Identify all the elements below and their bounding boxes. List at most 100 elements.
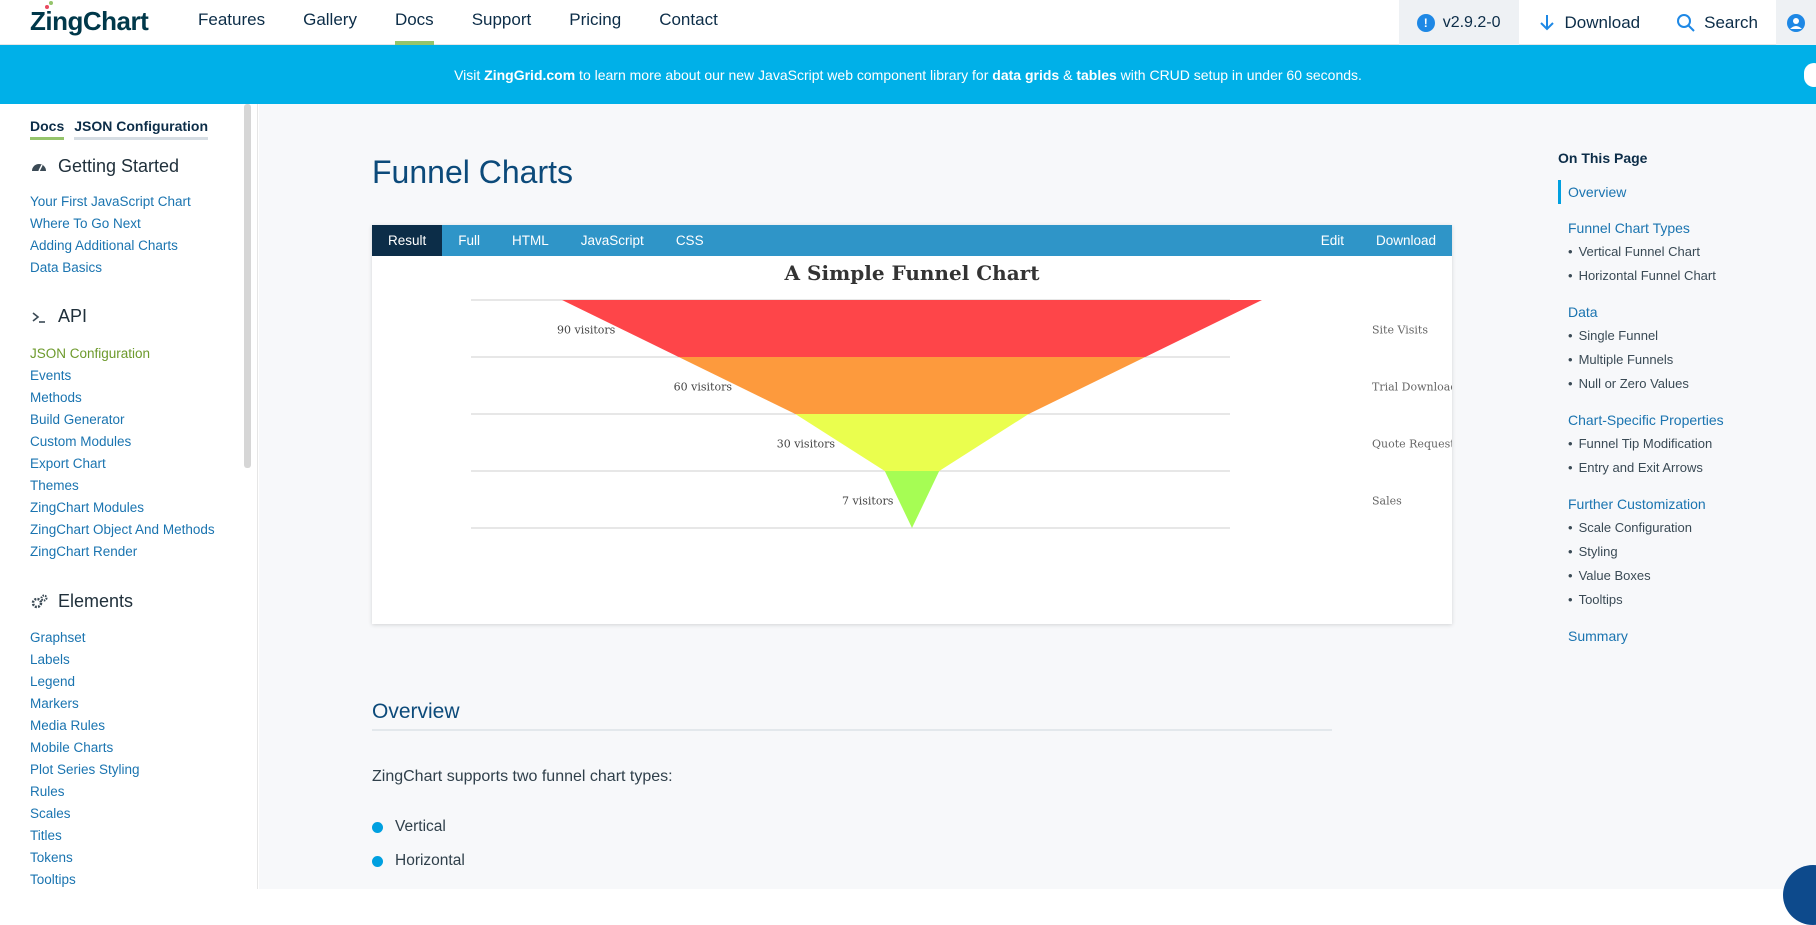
api-list: JSON Configuration Events Methods Build … bbox=[30, 346, 215, 566]
toc-sublink[interactable]: Entry and Exit Arrows bbox=[1558, 456, 1798, 480]
demo-download-button[interactable]: Download bbox=[1360, 225, 1452, 256]
sidebar-link[interactable]: Methods bbox=[30, 390, 215, 412]
toc-sublink[interactable]: Horizontal Funnel Chart bbox=[1558, 264, 1798, 288]
sidebar-tab-json-configuration[interactable]: JSON Configuration bbox=[74, 118, 209, 140]
funnel-value-label: 60 visitors bbox=[674, 381, 733, 394]
funnel-category-label: Site Visits bbox=[1372, 324, 1428, 337]
sidebar-link[interactable]: Titles bbox=[30, 828, 140, 850]
toc-sublink[interactable]: Styling bbox=[1558, 540, 1798, 564]
toc-heading: On This Page bbox=[1558, 150, 1648, 166]
list-item: Vertical bbox=[372, 810, 465, 844]
toc-sublink[interactable]: Single Funnel bbox=[1558, 324, 1798, 348]
download-button[interactable]: Download bbox=[1519, 0, 1659, 45]
toc-sublink[interactable]: Null or Zero Values bbox=[1558, 372, 1798, 396]
overview-text: ZingChart supports two funnel chart type… bbox=[372, 768, 673, 785]
sidebar-link[interactable]: Export Chart bbox=[30, 456, 215, 478]
funnel-segment[interactable] bbox=[562, 300, 1262, 357]
demo-tab-html[interactable]: HTML bbox=[496, 225, 565, 256]
funnel-types-list: Vertical Horizontal bbox=[372, 810, 465, 878]
toc-link[interactable]: Chart-Specific Properties bbox=[1558, 408, 1798, 432]
on-this-page-nav: On This Page OverviewFunnel Chart TypesV… bbox=[1558, 150, 1798, 660]
chart-demo-panel: Result Full HTML JavaScript CSS Edit Dow… bbox=[372, 225, 1452, 624]
nav-link-support[interactable]: Support bbox=[472, 0, 532, 45]
banner-close-handle[interactable] bbox=[1804, 63, 1816, 87]
version-info-icon: ! bbox=[1416, 13, 1435, 32]
sidebar-link[interactable]: Where To Go Next bbox=[30, 216, 191, 238]
demo-toolbar: Result Full HTML JavaScript CSS Edit Dow… bbox=[372, 225, 1452, 256]
terminal-icon bbox=[30, 308, 48, 326]
dashboard-icon bbox=[30, 158, 48, 176]
funnel-segment[interactable] bbox=[678, 357, 1146, 414]
toc-link[interactable]: Overview bbox=[1558, 180, 1798, 204]
sidebar-link[interactable]: ZingChart Modules bbox=[30, 500, 215, 522]
toc-sublink[interactable]: Funnel Tip Modification bbox=[1558, 432, 1798, 456]
sidebar-tab-docs[interactable]: Docs bbox=[30, 118, 65, 140]
list-item: Horizontal bbox=[372, 844, 465, 878]
demo-tab-result[interactable]: Result bbox=[372, 225, 443, 256]
sidebar-tabs: Docs JSON Configuration bbox=[30, 118, 209, 140]
zinggrid-link[interactable]: ZingGrid.com bbox=[484, 67, 575, 83]
sidebar-link[interactable]: Tooltips bbox=[30, 872, 140, 889]
sidebar-link[interactable]: ZingChart Render bbox=[30, 544, 215, 566]
download-label: Download bbox=[1564, 12, 1641, 32]
sidebar-link[interactable]: Markers bbox=[30, 696, 140, 718]
chart-title: A Simple Funnel Chart bbox=[784, 261, 1041, 285]
demo-tab-full[interactable]: Full bbox=[442, 225, 496, 256]
toc-link[interactable]: Funnel Chart Types bbox=[1558, 216, 1798, 240]
nav-link-features[interactable]: Features bbox=[198, 0, 265, 45]
toc-link[interactable]: Further Customization bbox=[1558, 492, 1798, 516]
section-api[interactable]: API bbox=[30, 306, 87, 327]
toc-link[interactable]: Data bbox=[1558, 300, 1798, 324]
toc-sublink[interactable]: Value Boxes bbox=[1558, 564, 1798, 588]
main-nav: Features Gallery Docs Support Pricing Contact bbox=[198, 0, 756, 45]
sidebar-link[interactable]: Mobile Charts bbox=[30, 740, 140, 762]
search-label: Search bbox=[1704, 12, 1758, 32]
download-arrow-icon bbox=[1539, 14, 1554, 30]
zingchart-logo[interactable]: ZingChart bbox=[30, 1, 149, 37]
funnel-value-label: 30 visitors bbox=[777, 438, 836, 451]
sidebar-link[interactable]: Labels bbox=[30, 652, 140, 674]
toc-sublink[interactable]: Vertical Funnel Chart bbox=[1558, 240, 1798, 264]
sidebar-link[interactable]: ZingChart Object And Methods bbox=[30, 522, 215, 544]
sidebar-link[interactable]: Custom Modules bbox=[30, 434, 215, 456]
sidebar-link[interactable]: Plot Series Styling bbox=[30, 762, 140, 784]
sidebar-link[interactable]: Themes bbox=[30, 478, 215, 500]
version-label: v2.9.2-0 bbox=[1442, 13, 1501, 31]
zinggrid-promo-banner: Visit ZingGrid.com to learn more about o… bbox=[0, 45, 1816, 104]
sidebar-link[interactable]: Tokens bbox=[30, 850, 140, 872]
toc-sublink[interactable]: Scale Configuration bbox=[1558, 516, 1798, 540]
nav-link-pricing[interactable]: Pricing bbox=[569, 0, 621, 45]
logo-sparkle-icon bbox=[45, 1, 53, 9]
toc-sublink[interactable]: Multiple Funnels bbox=[1558, 348, 1798, 372]
sidebar-link-current[interactable]: JSON Configuration bbox=[30, 346, 215, 368]
demo-tab-css[interactable]: CSS bbox=[660, 225, 720, 256]
demo-tab-javascript[interactable]: JavaScript bbox=[565, 225, 660, 256]
sidebar-link[interactable]: Media Rules bbox=[30, 718, 140, 740]
sidebar-link[interactable]: Graphset bbox=[30, 630, 140, 652]
search-button[interactable]: Search bbox=[1658, 0, 1776, 45]
nav-link-gallery[interactable]: Gallery bbox=[303, 0, 357, 45]
sidebar-link[interactable]: Adding Additional Charts bbox=[30, 238, 191, 260]
sidebar-link[interactable]: Legend bbox=[30, 674, 140, 696]
sidebar-link[interactable]: Data Basics bbox=[30, 260, 191, 282]
nav-link-docs[interactable]: Docs bbox=[394, 0, 434, 45]
funnel-category-label: Quote Requests bbox=[1372, 438, 1452, 451]
version-selector[interactable]: ! v2.9.2-0 bbox=[1398, 0, 1519, 45]
demo-edit-button[interactable]: Edit bbox=[1305, 225, 1360, 256]
nav-link-contact[interactable]: Contact bbox=[659, 0, 718, 45]
getting-started-list: Your First JavaScript Chart Where To Go … bbox=[30, 194, 191, 282]
sidebar-link[interactable]: Scales bbox=[30, 806, 140, 828]
toc-sublink[interactable]: Tooltips bbox=[1558, 588, 1798, 612]
sidebar-link[interactable]: Build Generator bbox=[30, 412, 215, 434]
funnel-category-label: Trial Downloads bbox=[1372, 381, 1452, 394]
bullet-icon bbox=[372, 855, 383, 867]
top-nav: ZingChart Features Gallery Docs Support Pric… bbox=[0, 0, 1816, 45]
section-getting-started[interactable]: Getting Started bbox=[30, 156, 179, 177]
sidebar-link[interactable]: Rules bbox=[30, 784, 140, 806]
sidebar-link[interactable]: Events bbox=[30, 368, 215, 390]
user-account-button[interactable] bbox=[1776, 0, 1816, 45]
sidebar-link[interactable]: Your First JavaScript Chart bbox=[30, 194, 191, 216]
sidebar-scrollbar[interactable] bbox=[244, 104, 251, 468]
toc-link[interactable]: Summary bbox=[1558, 624, 1798, 648]
section-elements[interactable]: Elements bbox=[30, 591, 133, 612]
